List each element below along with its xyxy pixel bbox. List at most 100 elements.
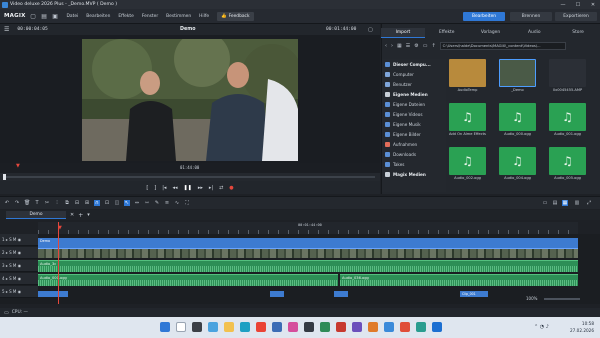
- menu-fenster[interactable]: Fenster: [142, 14, 158, 19]
- scrub-handle[interactable]: [3, 174, 6, 180]
- track-header-2[interactable]: 2 ▸ S M ◉: [0, 247, 38, 259]
- pointer-tool-icon[interactable]: ↖: [124, 200, 130, 206]
- tab-vorlagen[interactable]: Vorlagen: [469, 28, 513, 38]
- record-icon[interactable]: ●: [229, 185, 233, 191]
- photos-icon[interactable]: [288, 322, 298, 332]
- hamburger-menu-icon[interactable]: ☰: [4, 26, 9, 33]
- mode-brennen-button[interactable]: Brennen: [510, 12, 552, 21]
- mode-bearbeiten-button[interactable]: Bearbeiten: [463, 12, 505, 21]
- tree-item[interactable]: Eigene Bilder: [382, 129, 446, 139]
- clock-time[interactable]: 10:58: [568, 321, 594, 326]
- track-header-3[interactable]: 3 ▸ S M ◉: [0, 260, 38, 272]
- back-icon[interactable]: ‹: [385, 43, 387, 49]
- step-forward-icon[interactable]: ▸▸: [198, 185, 203, 191]
- tab-import[interactable]: Import: [381, 28, 425, 38]
- stretch-tool-icon[interactable]: ⇿: [144, 200, 150, 206]
- zoom-slider[interactable]: [544, 298, 580, 300]
- app-icon-7[interactable]: [400, 322, 410, 332]
- media-file-item[interactable]: ♫ Audio_002.ogg: [449, 147, 486, 180]
- tab-effekte[interactable]: Effekte: [425, 28, 469, 38]
- tree-item[interactable]: Benutzer: [382, 79, 446, 89]
- app-icon-3[interactable]: [336, 322, 346, 332]
- favorites-icon[interactable]: ☰: [406, 43, 410, 49]
- folder-up-icon[interactable]: ▭: [423, 43, 428, 49]
- audio-clip-2[interactable]: Audio_000.ogg: [38, 274, 338, 286]
- media-file-item[interactable]: ♫ Audio_004.ogg: [499, 147, 536, 180]
- text-icon[interactable]: T: [34, 200, 40, 206]
- menu-datei[interactable]: Datei: [67, 14, 79, 19]
- delete-icon[interactable]: 🗑: [24, 200, 30, 206]
- tree-item[interactable]: Eigene Videos: [382, 109, 446, 119]
- tray-icons[interactable]: ⌃ ◔ ♪: [534, 324, 549, 330]
- search-icon[interactable]: [176, 322, 186, 332]
- mark-out-icon[interactable]: ]: [154, 185, 156, 191]
- marker-tool-icon[interactable]: ⊟: [74, 200, 80, 206]
- snap-icon[interactable]: ⊡: [104, 200, 110, 206]
- track-header-4[interactable]: 4 ▸ S M ◉: [0, 273, 38, 285]
- tree-item[interactable]: Computer: [382, 69, 446, 79]
- close-button[interactable]: ✕: [586, 0, 600, 9]
- title-clip-1[interactable]: [38, 291, 68, 297]
- video-thumbnails[interactable]: [38, 248, 578, 258]
- tab-menu-icon[interactable]: ▾: [87, 212, 90, 218]
- menu-hilfe[interactable]: Hilfe: [199, 14, 209, 19]
- mail-icon[interactable]: [272, 322, 282, 332]
- view-icon[interactable]: ▦: [397, 43, 402, 49]
- media-file-item[interactable]: ♫ Audio_005.ogg: [549, 147, 586, 180]
- play-pause-icon[interactable]: ❚❚: [183, 185, 191, 191]
- media-file-item[interactable]: AudioTemp: [449, 59, 486, 92]
- path-input[interactable]: C:\Users\halde\Documents\MAGIX\_content\…: [439, 42, 566, 50]
- up-arrow-icon[interactable]: ↑: [431, 43, 435, 49]
- open-folder-icon[interactable]: ▤: [41, 13, 48, 20]
- add-tab-icon[interactable]: +: [78, 212, 83, 219]
- step-back-icon[interactable]: ◂◂: [172, 185, 177, 191]
- app-icon-4[interactable]: [352, 322, 362, 332]
- undo-icon[interactable]: ↶: [4, 200, 10, 206]
- video-clip-bar[interactable]: Demo: [38, 238, 578, 248]
- title-clip-2[interactable]: [270, 291, 284, 297]
- new-project-icon[interactable]: ▢: [30, 13, 37, 20]
- tree-item[interactable]: Eigene Dateien: [382, 99, 446, 109]
- settings-icon[interactable]: ⚙: [414, 43, 418, 49]
- copy-icon[interactable]: ⧉: [64, 200, 70, 206]
- tab-store[interactable]: Store: [556, 28, 600, 38]
- app-icon-6[interactable]: [384, 322, 394, 332]
- range-tool-icon[interactable]: ⇔: [134, 200, 140, 206]
- timeline-ruler[interactable]: 00:01:44:00 ▼: [38, 222, 578, 234]
- loop-icon[interactable]: ⇄: [219, 185, 223, 191]
- app-icon-8[interactable]: [416, 322, 426, 332]
- edge-icon[interactable]: [240, 322, 250, 332]
- media-file-item[interactable]: 0x0045455.AMP: [549, 59, 586, 92]
- video-preview-frame[interactable]: [82, 39, 298, 161]
- menu-effekte[interactable]: Effekte: [118, 14, 133, 19]
- group-icon[interactable]: ⊞: [84, 200, 90, 206]
- save-icon[interactable]: ▣: [52, 13, 59, 20]
- multicam-icon[interactable]: ▥: [574, 200, 580, 206]
- menu-bearbeiten[interactable]: Bearbeiten: [86, 14, 110, 19]
- widgets-icon[interactable]: [208, 322, 218, 332]
- file-explorer-icon[interactable]: [224, 322, 234, 332]
- timeline-mode-icon[interactable]: ▦: [562, 200, 568, 206]
- link-icon[interactable]: ∩: [94, 200, 100, 206]
- fullscreen-icon[interactable]: ▢: [368, 27, 373, 33]
- media-file-item[interactable]: ♫Add On Alme Effects.ogg: [449, 103, 486, 136]
- go-end-icon[interactable]: ▸|: [209, 185, 213, 191]
- magix-taskbar-icon[interactable]: [432, 322, 442, 332]
- preview-scrub-bar[interactable]: [0, 173, 380, 181]
- tree-item[interactable]: Eigene Medien: [382, 89, 446, 99]
- expand-icon[interactable]: ⤢: [586, 200, 592, 206]
- feedback-button[interactable]: 👍 Feedback: [217, 11, 254, 21]
- minimize-button[interactable]: —: [556, 0, 570, 9]
- forward-icon[interactable]: ›: [391, 43, 393, 49]
- media-file-item[interactable]: ♫ Audio_001.ogg: [549, 103, 586, 136]
- split-icon[interactable]: ⫶: [54, 200, 60, 206]
- title-clip-4[interactable]: Clip_001: [460, 291, 488, 297]
- task-view-icon[interactable]: [192, 322, 202, 332]
- title-clip-3[interactable]: [334, 291, 348, 297]
- pen-tool-icon[interactable]: ✎: [154, 200, 160, 206]
- overview-icon[interactable]: ▭: [542, 200, 548, 206]
- tree-item[interactable]: Aufnahmen: [382, 139, 446, 149]
- tree-item[interactable]: Dieser Compu...: [382, 59, 446, 69]
- mark-in-icon[interactable]: [: [146, 185, 148, 191]
- track-header-1[interactable]: 1 ▸ S M ◉: [0, 234, 38, 246]
